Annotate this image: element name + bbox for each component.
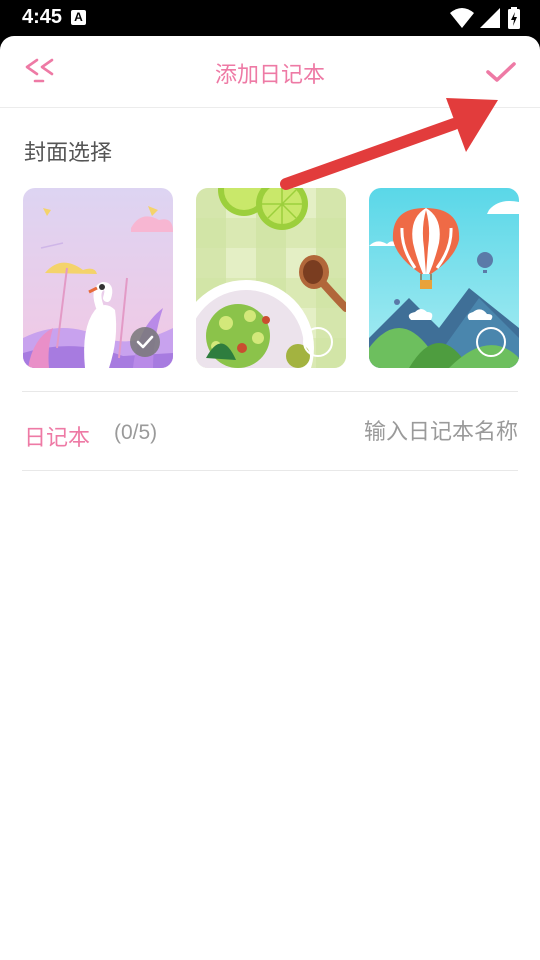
annotation-arrow — [280, 98, 498, 190]
status-time: 4:45 — [22, 6, 63, 28]
unselected-radio[interactable] — [476, 327, 506, 357]
battery-charging-icon — [508, 7, 520, 29]
notification-a-letter: A — [74, 10, 83, 24]
wifi-icon — [450, 8, 474, 28]
cover-option-swan[interactable] — [23, 188, 173, 368]
check-icon — [486, 62, 516, 82]
add-diary-screen: 添加日记本 封面选择 日记本 (0/5) 输入日记本名称 — [0, 36, 540, 960]
selected-check-badge[interactable] — [130, 327, 160, 357]
status-bar: 4:45 A — [0, 0, 540, 36]
cover-option-balloon[interactable] — [369, 188, 519, 368]
divider-bottom — [22, 470, 518, 471]
unselected-radio[interactable] — [303, 327, 333, 357]
signal-icon — [480, 8, 500, 28]
cover-section-label: 封面选择 — [24, 141, 113, 166]
check-icon — [136, 335, 154, 349]
page-title: 添加日记本 — [214, 63, 325, 88]
divider-top — [22, 391, 518, 392]
status-icons — [450, 6, 530, 30]
cover-option-salad[interactable] — [196, 188, 346, 368]
notification-a-icon: A — [71, 10, 86, 25]
confirm-button[interactable] — [480, 52, 522, 94]
diary-name-input[interactable] — [278, 414, 518, 450]
diary-name-counter: (0/5) — [114, 421, 158, 444]
diary-name-label: 日记本 — [24, 426, 91, 451]
